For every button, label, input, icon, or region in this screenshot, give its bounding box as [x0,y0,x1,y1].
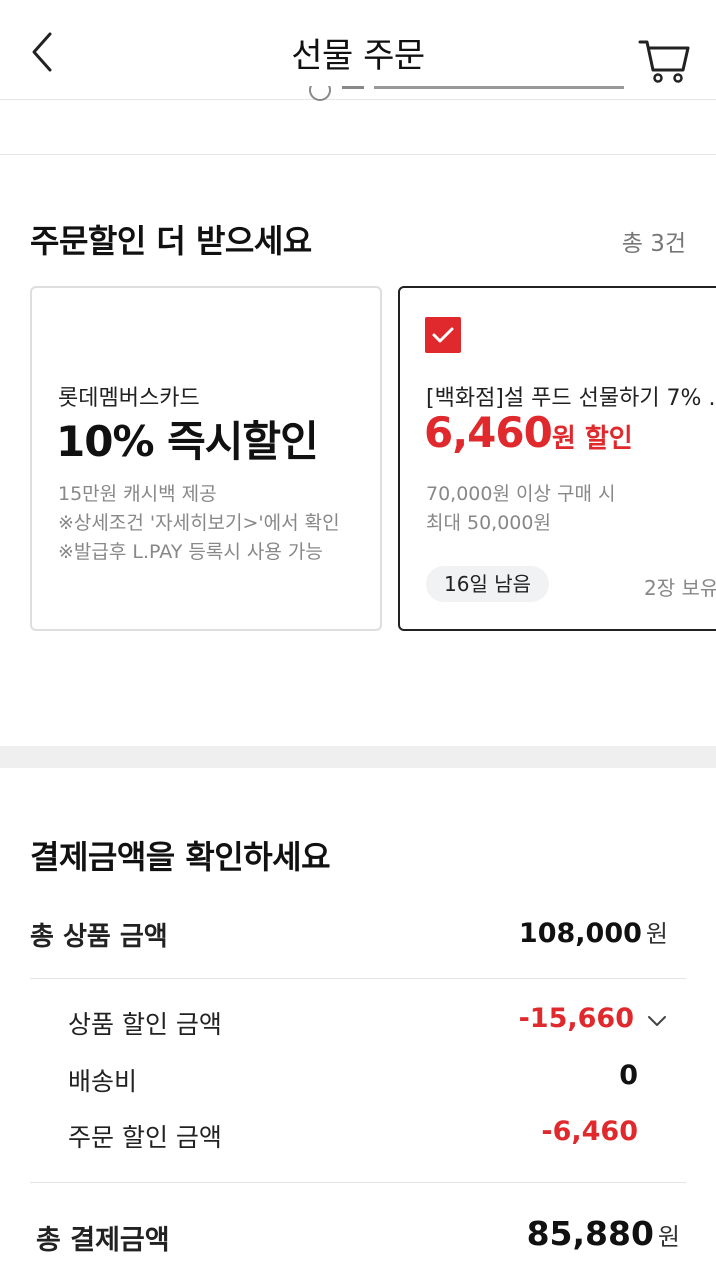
coupon-condition-line: 최대 50,000원 [426,512,551,534]
card-desc-line: ※발급후 L.PAY 등록시 사용 가능 [58,541,323,563]
total-product-amount: 108,000 원 [519,914,668,949]
card-description: 15만원 캐시백 제공 ※상세조건 '자세히보기>'에서 확인 ※발급후 L.P… [58,480,340,567]
discount-card-lotte-members[interactable]: 롯데멤버스카드 10% 즉시할인 15만원 캐시백 제공 ※상세조건 '자세히보… [30,286,382,631]
row-divider [30,1182,686,1183]
checkbox-checked-icon[interactable] [425,317,461,353]
discount-card-coupon-selected[interactable]: [백화점]설 푸드 선물하기 7% ... 6,460원 할인 70,000원 … [398,286,716,631]
card-desc-line: 15만원 캐시백 제공 [58,483,217,505]
coupon-amount-number: 6,460 [424,408,553,457]
card-desc-line: ※상세조건 '자세히보기>'에서 확인 [58,512,340,534]
final-payment-value: 85,880 [526,1214,654,1253]
section-divider [0,154,716,155]
order-discount-value: -6,460 [541,1116,638,1147]
row-divider [30,978,686,979]
product-discount-value: -15,660 [518,1003,634,1034]
days-left-badge: 16일 남음 [426,566,550,602]
coupon-holdings: 2장 보유 [644,576,716,600]
currency-unit: 원 [645,920,668,948]
payment-section-title: 결제금액을 확인하세요 [30,838,331,876]
total-product-label: 총 상품 금액 [30,922,168,952]
coupon-conditions: 70,000원 이상 구매 시 최대 50,000원 [426,480,615,538]
discount-count: 총 3건 [621,231,686,257]
shipping-label: 배송비 [68,1067,138,1096]
coupon-discount-amount: 6,460원 할인 [424,408,633,457]
cart-icon[interactable] [636,34,692,84]
top-app-bar: 선물 주문 [0,0,716,100]
total-product-value: 108,000 [518,918,642,949]
scrolled-content-remnant [309,86,624,101]
order-discount-label: 주문 할인 금액 [68,1123,222,1152]
coupon-amount-unit: 원 할인 [551,424,633,454]
order-discount-section-title: 주문할인 더 받으세요 [30,222,312,260]
shipping-value: 0 [619,1060,638,1091]
card-headline: 10% 즉시할인 [56,417,319,466]
section-separator-band [0,746,716,768]
final-payment-label: 총 결제금액 [36,1225,170,1256]
coupon-condition-line: 70,000원 이상 구매 시 [426,483,616,505]
page-title: 선물 주문 [291,36,425,76]
currency-unit: 원 [657,1223,680,1251]
final-payment-amount: 85,880 원 [527,1214,680,1253]
product-discount-label: 상품 할인 금액 [68,1010,222,1039]
chevron-down-icon[interactable] [646,1010,668,1032]
